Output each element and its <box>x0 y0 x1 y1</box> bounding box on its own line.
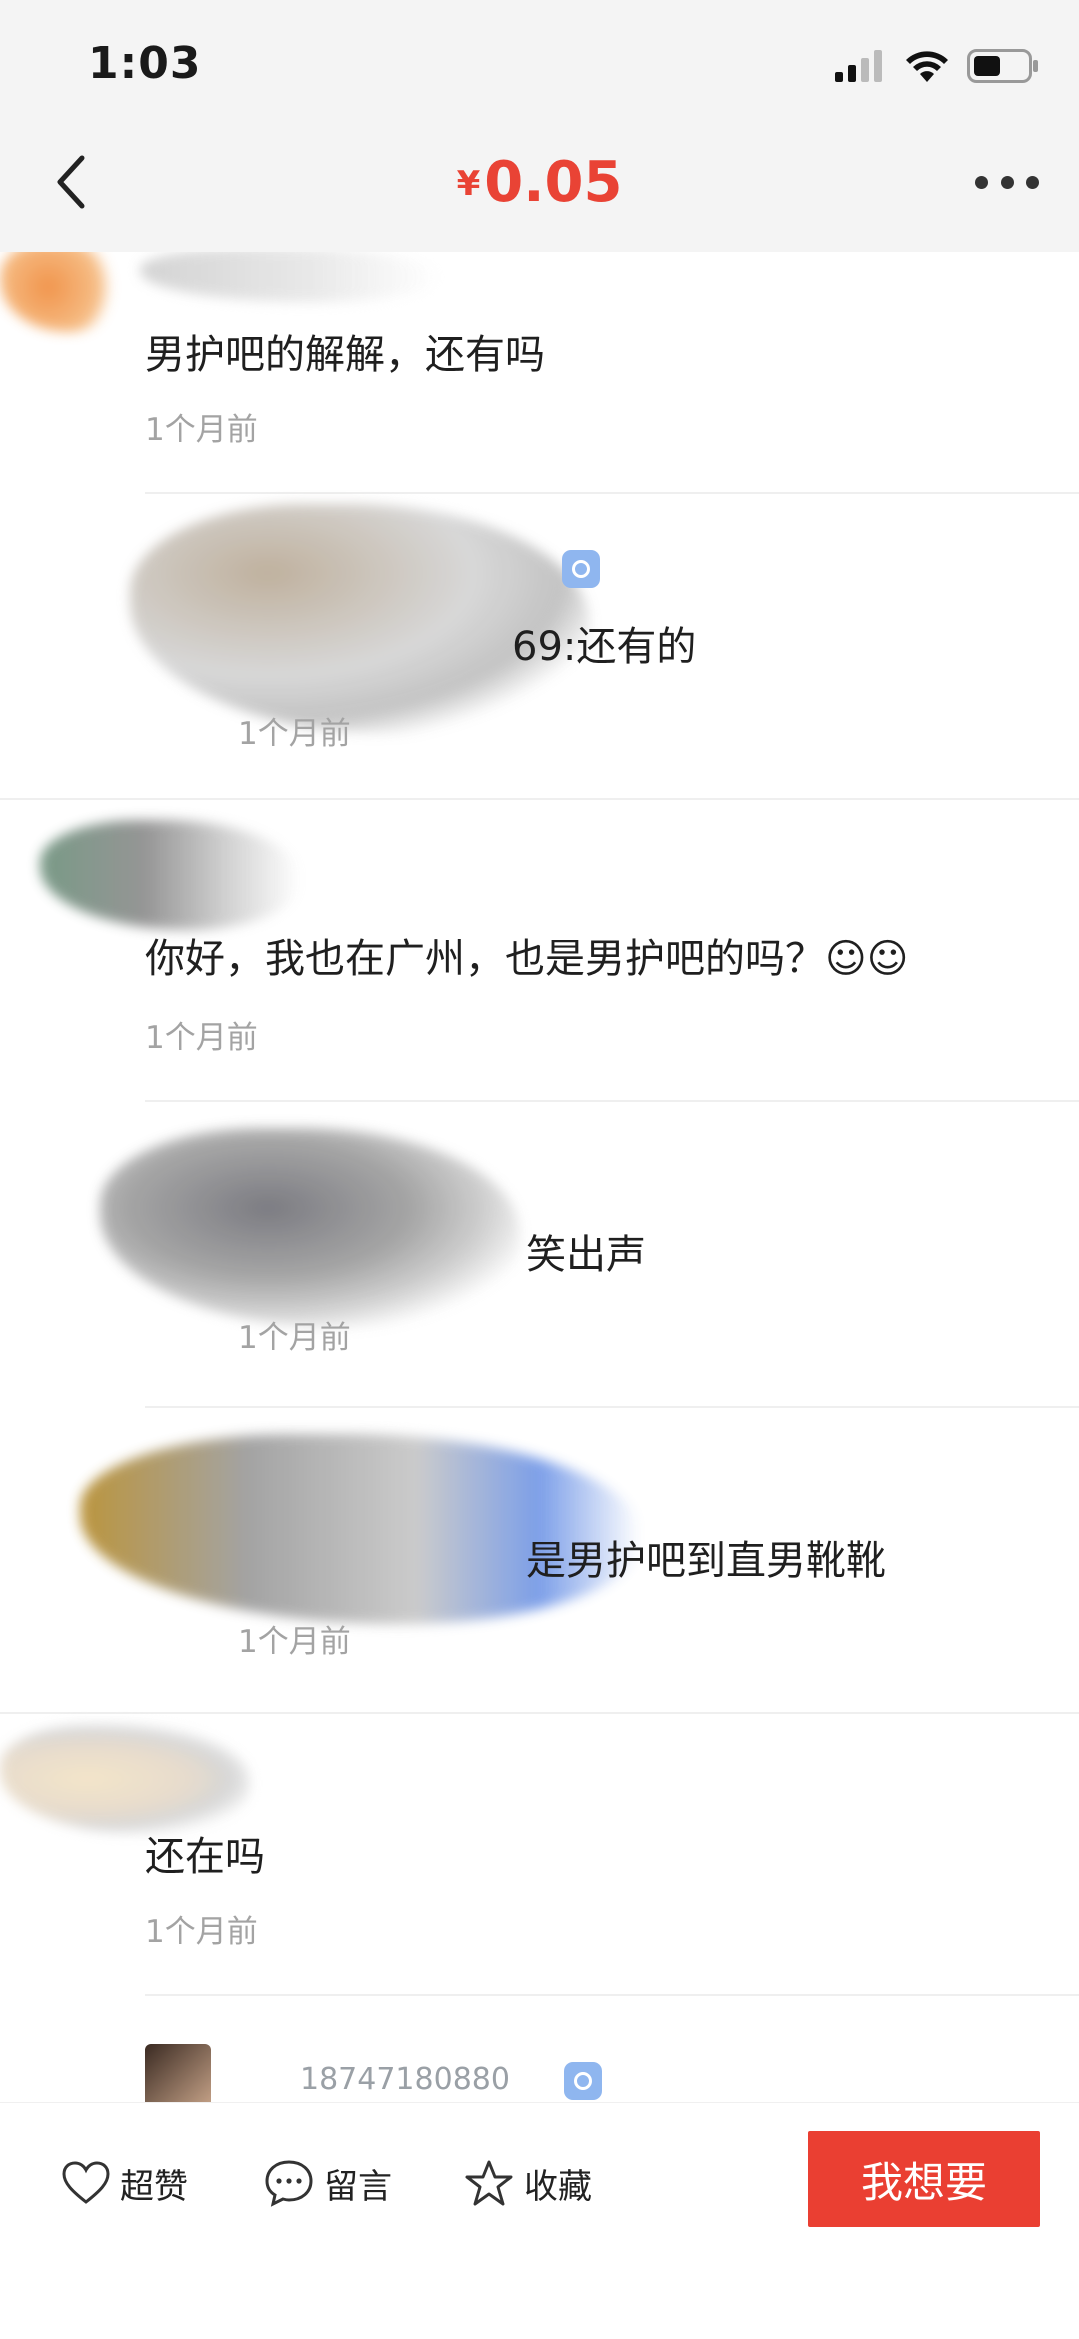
status-time: 1:03 <box>88 38 202 89</box>
status-icons <box>835 46 1039 86</box>
reply-time: 1个月前 <box>238 716 351 752</box>
reply-item: 是男护吧到直男靴靴 1个月前 <box>0 1408 1079 1714</box>
battery-icon <box>967 49 1038 83</box>
comment-text: 男护吧的解解，还有吗 <box>145 332 545 378</box>
chat-bubble-icon <box>265 2160 313 2207</box>
reply-text: 是男护吧到直男靴靴 <box>526 1538 886 1584</box>
price-value: 0.05 <box>484 150 623 215</box>
star-icon <box>465 2160 513 2206</box>
comment-time: 1个月前 <box>145 412 258 448</box>
reply-time: 1个月前 <box>238 1624 351 1660</box>
blurred-avatar-and-name <box>100 1128 520 1328</box>
username[interactable] <box>140 252 440 302</box>
reply-text: 69:还有的 <box>512 624 697 670</box>
comment-item: 你好，我也在广州，也是男护吧的吗？☺☺ 1个月前 <box>0 800 1079 1120</box>
comment-button[interactable]: 留言 <box>264 2153 392 2213</box>
bottom-action-bar: 超赞 留言 收藏 我想要 <box>0 2102 1079 2339</box>
want-button[interactable]: 我想要 <box>808 2131 1040 2227</box>
comment-item: 18747180880 <box>0 2022 1079 2102</box>
like-label: 超赞 <box>120 2166 188 2207</box>
comment-time: 1个月前 <box>145 1914 258 1950</box>
more-dots-icon[interactable] <box>975 176 1039 192</box>
avatar[interactable] <box>145 2044 211 2102</box>
comment-text: 还在吗 <box>145 1834 265 1880</box>
comment-list[interactable]: 男护吧的解解，还有吗 1个月前 69:还有的 1个月前 你好，我也在广州，也是男… <box>0 252 1079 2102</box>
comment-text: 你好，我也在广州，也是男护吧的吗？☺☺ <box>145 936 909 982</box>
reply-time: 1个月前 <box>238 1320 351 1356</box>
username[interactable]: 18747180880 <box>300 2062 510 2097</box>
favorite-button[interactable]: 收藏 <box>464 2153 592 2213</box>
wifi-icon <box>906 51 948 82</box>
favorite-label: 收藏 <box>524 2166 592 2207</box>
comment-item: 男护吧的解解，还有吗 1个月前 <box>0 252 1079 494</box>
like-button[interactable]: 超赞 <box>62 2153 188 2213</box>
comment-label: 留言 <box>324 2166 392 2207</box>
reply-text: 笑出声 <box>526 1232 646 1278</box>
reply-item: 笑出声 1个月前 <box>0 1102 1079 1408</box>
comment-time: 1个月前 <box>145 1020 258 1056</box>
avatar[interactable] <box>0 252 120 332</box>
verified-badge-icon <box>564 2062 602 2100</box>
comment-item: 还在吗 1个月前 <box>0 1714 1079 2020</box>
currency-symbol: ¥ <box>456 164 481 204</box>
signal-icon <box>835 50 882 82</box>
top-bar: 1:03 ¥0.05 <box>0 0 1079 252</box>
divider <box>145 1994 1079 1996</box>
item-price: ¥0.05 <box>0 150 1079 215</box>
avatar[interactable] <box>40 820 300 930</box>
verified-badge-icon <box>562 550 600 588</box>
heart-icon <box>62 2161 110 2204</box>
avatar[interactable] <box>0 1724 250 1834</box>
reply-item: 69:还有的 1个月前 <box>0 494 1079 800</box>
